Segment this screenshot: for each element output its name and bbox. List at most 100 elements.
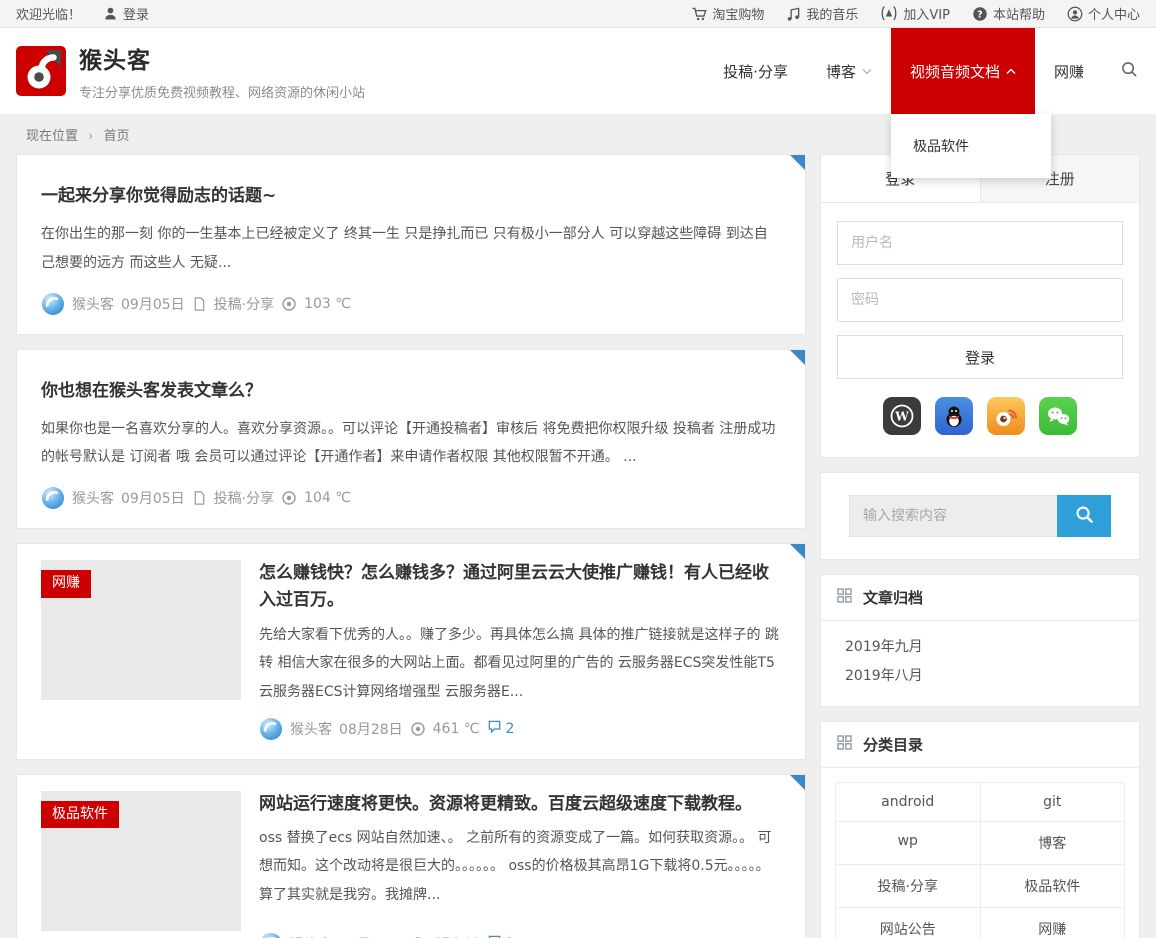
chevron-down-icon — [862, 68, 872, 75]
svg-text:?: ? — [977, 9, 982, 20]
views-icon — [410, 721, 426, 737]
author-name[interactable]: 猴头客 — [72, 294, 114, 314]
password-field[interactable] — [837, 278, 1123, 322]
article-excerpt: oss 替换了ecs 网站自然加速、。 之前所有的资源变成了一篇。如何获取资源。… — [259, 824, 781, 910]
site-title: 猴头客 — [79, 41, 365, 75]
user-icon — [103, 6, 118, 21]
search-icon — [1121, 61, 1138, 82]
article-title[interactable]: 你也想在猴头客发表文章么？ — [41, 378, 781, 405]
document-icon — [192, 296, 207, 312]
login-widget: 登录 注册 登录 W — [820, 154, 1140, 458]
profile-icon — [1067, 6, 1083, 22]
nav-search-button[interactable] — [1103, 28, 1156, 114]
article-category[interactable]: 投稿·分享 — [214, 294, 274, 314]
category-item[interactable]: git — [981, 783, 1126, 822]
archive-widget: 文章归档 2019年九月 2019年八月 — [820, 574, 1140, 707]
category-badge[interactable]: 极品软件 — [41, 801, 119, 829]
topbar-link-help[interactable]: ? 本站帮助 — [972, 4, 1045, 23]
author-avatar — [41, 292, 65, 316]
nav-item-contribute[interactable]: 投稿·分享 — [704, 28, 807, 114]
article-views: 103 ℃ — [304, 296, 351, 312]
dropdown-item-software[interactable]: 极品软件 — [891, 126, 1051, 166]
help-icon: ? — [972, 6, 988, 22]
corner-fold-icon — [790, 544, 805, 559]
search-icon — [1075, 505, 1094, 527]
grid-icon — [837, 735, 852, 754]
author-avatar — [259, 932, 283, 938]
search-input[interactable] — [849, 495, 1057, 537]
site-logo-icon — [16, 46, 66, 96]
corner-fold-icon — [790, 155, 805, 170]
article-card: 极品软件 网站运行速度将更快。资源将更精致。百度云超级速度下载教程。 oss 替… — [16, 774, 806, 938]
comment-icon — [487, 934, 502, 938]
svg-text:W: W — [894, 410, 909, 424]
category-item[interactable]: 极品软件 — [981, 865, 1126, 908]
author-avatar — [41, 486, 65, 510]
nav-item-wangzhuan[interactable]: 网赚 — [1035, 28, 1103, 114]
article-title[interactable]: 怎么赚钱快？怎么赚钱多？通过阿里云云大使推广赚钱！有人已经收入过百万。 — [259, 560, 781, 614]
qq-icon[interactable] — [935, 397, 973, 435]
category-item[interactable]: 博客 — [981, 822, 1126, 865]
article-date: 09月05日 — [121, 294, 185, 314]
category-item[interactable]: 网赚 — [981, 908, 1126, 938]
wordpress-icon[interactable]: W — [883, 397, 921, 435]
topbar-link-profile[interactable]: 个人中心 — [1067, 4, 1140, 23]
article-date: 08月28日 — [339, 719, 403, 739]
category-item[interactable]: 投稿·分享 — [836, 865, 981, 908]
article-date: 09月05日 — [121, 488, 185, 508]
category-item[interactable]: android — [836, 783, 981, 822]
music-note-icon — [786, 6, 801, 22]
nav-item-media-docs[interactable]: 视频音频文档 极品软件 — [891, 28, 1035, 114]
search-button[interactable] — [1057, 495, 1111, 537]
site-header: 猴头客 专注分享优质免费视频教程、网络资源的休闲小站 投稿·分享 博客 视频音频… — [0, 28, 1156, 114]
views-icon — [281, 490, 297, 506]
topbar-login-link[interactable]: 登录 — [103, 4, 149, 23]
vip-icon — [880, 5, 898, 22]
comment-icon — [487, 719, 502, 738]
article-thumbnail[interactable]: 网赚 — [41, 560, 241, 700]
topbar-link-taobao[interactable]: 淘宝购物 — [691, 4, 764, 23]
views-icon — [281, 296, 297, 312]
nav-item-blog[interactable]: 博客 — [807, 28, 891, 114]
article-title[interactable]: 网站运行速度将更快。资源将更精致。百度云超级速度下载教程。 — [259, 791, 781, 818]
article-card: 你也想在猴头客发表文章么？ 如果你也是一名喜欢分享的人。喜欢分享资源。。可以评论… — [16, 349, 806, 530]
site-brand[interactable]: 猴头客 专注分享优质免费视频教程、网络资源的休闲小站 — [16, 41, 365, 101]
chevron-up-icon — [1006, 68, 1016, 75]
topbar: 欢迎光临！ 登录 淘宝购物 我的音乐 加入VIP ? 本站帮助 个人中心 — [0, 0, 1156, 28]
author-avatar — [259, 717, 283, 741]
article-views: 461 ℃ — [433, 721, 480, 737]
username-field[interactable] — [837, 221, 1123, 265]
widget-title: 文章归档 — [863, 587, 923, 608]
search-widget — [820, 472, 1140, 560]
category-item[interactable]: wp — [836, 822, 981, 865]
comment-link[interactable]: 2 — [487, 719, 515, 738]
comment-link[interactable]: 2 — [487, 934, 515, 938]
author-name[interactable]: 猴头客 — [72, 488, 114, 508]
category-item[interactable]: 网站公告 — [836, 908, 981, 938]
widget-title: 分类目录 — [863, 734, 923, 755]
wechat-icon[interactable] — [1039, 397, 1077, 435]
archive-item[interactable]: 2019年九月 — [845, 633, 1115, 662]
article-category[interactable]: 投稿·分享 — [214, 488, 274, 508]
welcome-text: 欢迎光临！ — [16, 4, 81, 23]
article-excerpt: 先给大家看下优秀的人。。赚了多少。再具体怎么搞 具体的推广链接就是这样子的 跳转… — [259, 621, 781, 707]
author-name[interactable]: 猴头客 — [290, 719, 332, 739]
categories-widget: 分类目录 android git wp 博客 投稿·分享 极品软件 网站公告 网… — [820, 721, 1140, 938]
topbar-link-music[interactable]: 我的音乐 — [786, 4, 858, 23]
nav-dropdown: 极品软件 — [891, 114, 1051, 178]
main-nav: 投稿·分享 博客 视频音频文档 极品软件 网赚 — [704, 28, 1156, 114]
archive-item[interactable]: 2019年八月 — [845, 662, 1115, 691]
article-card: 一起来分享你觉得励志的话题~ 在你出生的那一刻 你的一生基本上已经被定义了 终其… — [16, 154, 806, 335]
weibo-icon[interactable] — [987, 397, 1025, 435]
category-badge[interactable]: 网赚 — [41, 570, 91, 598]
author-name[interactable]: 猴头客 — [290, 934, 332, 938]
breadcrumb-current[interactable]: 首页 — [104, 129, 130, 144]
article-list: 一起来分享你觉得励志的话题~ 在你出生的那一刻 你的一生基本上已经被定义了 终其… — [16, 154, 806, 938]
article-thumbnail[interactable]: 极品软件 — [41, 791, 241, 931]
article-title[interactable]: 一起来分享你觉得励志的话题~ — [41, 183, 781, 210]
article-card: 网赚 怎么赚钱快？怎么赚钱多？通过阿里云云大使推广赚钱！有人已经收入过百万。 先… — [16, 543, 806, 759]
site-tagline: 专注分享优质免费视频教程、网络资源的休闲小站 — [79, 82, 365, 101]
login-button[interactable]: 登录 — [837, 335, 1123, 379]
topbar-link-vip[interactable]: 加入VIP — [880, 4, 950, 23]
article-excerpt: 在你出生的那一刻 你的一生基本上已经被定义了 终其一生 只是挣扎而已 只有极小一… — [41, 220, 781, 277]
